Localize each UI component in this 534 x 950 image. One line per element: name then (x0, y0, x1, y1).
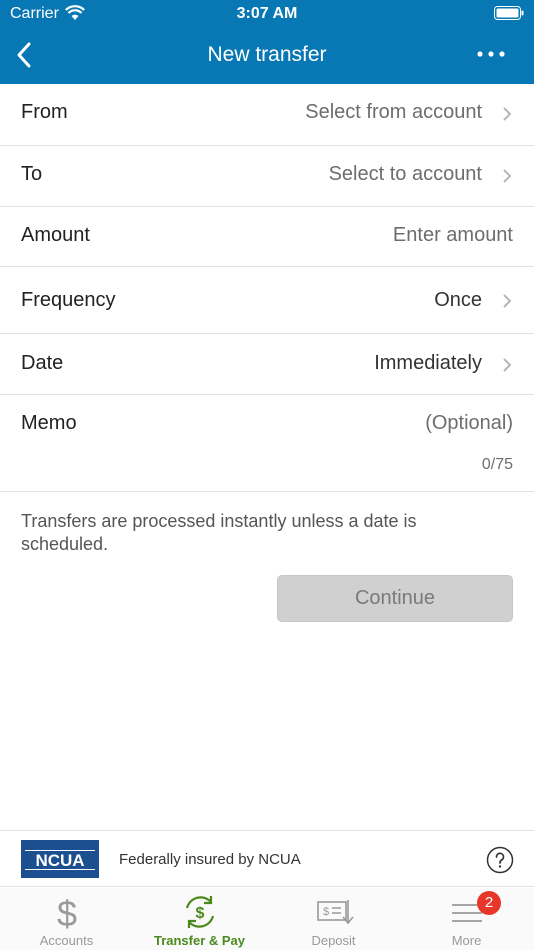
memo-label: Memo (21, 412, 77, 434)
ncua-logo-text: NCUA (25, 850, 95, 870)
check-deposit-icon: $ (316, 900, 354, 925)
question-icon[interactable] (486, 846, 514, 874)
ncua-logo: NCUA (21, 840, 99, 878)
header-bar: Carrier 3:07 AM New transfer (0, 0, 534, 84)
to-account-value: Select to account (328, 163, 482, 185)
memo-input[interactable]: (Optional) (425, 412, 513, 435)
tab-transfer-pay[interactable]: $ Transfer & Pay (133, 888, 266, 950)
date-label: Date (21, 352, 64, 374)
memo-row[interactable]: Memo (Optional) 0/75 (0, 395, 534, 492)
dollar-icon: $ (56, 893, 76, 932)
tab-more[interactable]: More (400, 888, 533, 950)
tab-deposit[interactable]: $ Deposit (267, 888, 400, 950)
to-account-row[interactable]: To Select to account (0, 146, 534, 207)
from-account-value: Select from account (305, 101, 482, 123)
battery-icon (494, 6, 524, 20)
amount-label: Amount (21, 224, 90, 246)
tab-deposit-label: Deposit (311, 933, 356, 948)
ellipsis-icon[interactable] (476, 48, 506, 60)
to-label: To (21, 163, 43, 185)
insurance-bar: NCUA Federally insured by NCUA (0, 830, 534, 887)
svg-text:$: $ (56, 893, 76, 932)
transfer-note: Transfers are processed instantly unless… (21, 511, 417, 554)
frequency-row[interactable]: Frequency Once (0, 267, 534, 334)
frequency-value: Once (434, 289, 482, 311)
from-label: From (21, 101, 68, 123)
memo-character-counter: 0/75 (481, 456, 513, 473)
chevron-right-icon (503, 358, 512, 372)
notification-badge: 2 (477, 891, 501, 915)
tab-accounts[interactable]: $ Accounts (0, 888, 133, 950)
frequency-label: Frequency (21, 289, 116, 311)
transfer-pay-icon: $ (185, 896, 214, 928)
date-value: Immediately (374, 352, 482, 374)
chevron-right-icon (503, 169, 512, 183)
chevron-right-icon (503, 294, 512, 308)
date-row[interactable]: Date Immediately (0, 334, 534, 395)
tab-transfer-pay-label: Transfer & Pay (153, 933, 246, 948)
from-account-row[interactable]: From Select from account (0, 84, 534, 146)
svg-text:$: $ (195, 905, 204, 922)
tab-accounts-label: Accounts (39, 933, 94, 948)
status-bar: Carrier 3:07 AM (0, 0, 534, 30)
amount-input[interactable]: Enter amount (393, 224, 513, 247)
svg-text:$: $ (322, 906, 328, 918)
tab-more-label: More (451, 933, 482, 948)
page-title: New transfer (207, 43, 327, 66)
status-time: 3:07 AM (236, 5, 298, 22)
transfer-form: From Select from account To Select to ac… (0, 84, 534, 492)
chevron-right-icon (503, 107, 512, 121)
tab-bar: $ Accounts $ Transfer & Pay $ Deposit Mo… (0, 888, 534, 950)
insurance-text: Federally insured by NCUA (119, 851, 301, 868)
amount-row[interactable]: Amount Enter amount (0, 207, 534, 267)
continue-button[interactable]: Continue (277, 575, 513, 622)
